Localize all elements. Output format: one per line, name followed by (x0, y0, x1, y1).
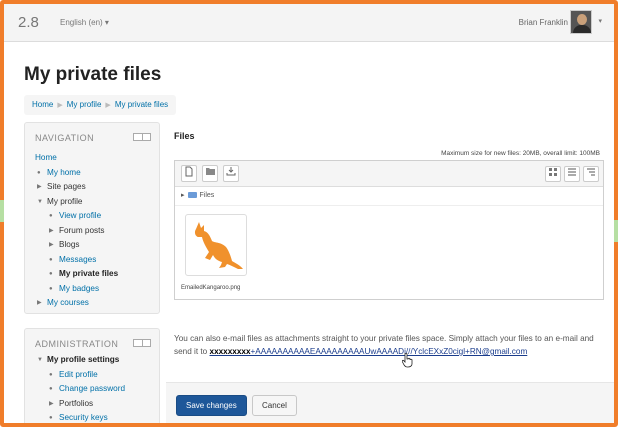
administration-tree: ▼ My profile settings ● Edit profile ● Chan… (35, 353, 125, 423)
collapse-arrow-icon: ▼ (37, 357, 43, 363)
add-file-icon[interactable] (181, 165, 197, 182)
top-navbar: 2.8 English (en) ▾ Brian Franklin ▾ (4, 4, 614, 42)
video-edge-decoration (0, 200, 4, 222)
bullet-icon: ● (49, 285, 53, 292)
create-folder-icon[interactable] (202, 165, 218, 182)
avatar[interactable] (570, 10, 592, 34)
expand-arrow-icon: ▶ (37, 300, 42, 306)
admin-item-portfolios[interactable]: ▶ Portfolios (35, 397, 125, 412)
nav-item-my-badges[interactable]: ● My badges (35, 282, 118, 297)
breadcrumb-home[interactable]: Home (32, 100, 53, 109)
bullet-icon: ● (37, 169, 41, 176)
expand-arrow-icon: ▶ (37, 184, 42, 190)
path-arrow-icon: ▸ (181, 192, 185, 199)
nav-item-view-profile[interactable]: ● View profile (35, 209, 118, 224)
nav-item-my-home[interactable]: ● My home (35, 166, 118, 181)
nav-item-messages[interactable]: ● Messages (35, 253, 118, 268)
download-icon[interactable] (223, 165, 239, 182)
breadcrumb-separator-icon: ▶ (105, 102, 111, 109)
bullet-icon: ● (49, 386, 53, 392)
email-address-link[interactable]: xxxxxxxxx+AAAAAAAAAAEAAAAAAAAAUwAAAADi//… (210, 347, 528, 356)
block-dock-icon[interactable] (133, 339, 151, 347)
list-view-icon[interactable] (564, 166, 580, 182)
nav-item-site-pages[interactable]: ▶ Site pages (35, 180, 118, 195)
navigation-block-title: NAVIGATION (35, 133, 95, 143)
expand-arrow-icon: ▶ (49, 227, 54, 234)
cancel-button[interactable]: Cancel (252, 395, 297, 416)
expand-arrow-icon: ▶ (49, 242, 54, 248)
icon-view-icon[interactable] (545, 166, 561, 182)
breadcrumb-private-files[interactable]: My private files (115, 100, 168, 109)
file-thumbnail[interactable] (185, 214, 247, 276)
file-manager-toolbar (175, 161, 603, 187)
admin-item-security-keys[interactable]: ● Security keys (35, 411, 125, 423)
navigation-tree: Home ● My home ▶ Site pages ▼ My profile ● V… (35, 151, 118, 311)
email-address-hidden: xxxxxxxxx (209, 347, 251, 356)
max-size-note: Maximum size for new files: 20MB, overal… (441, 150, 600, 157)
admin-item-change-password[interactable]: ● Change password (35, 382, 125, 397)
administration-block-title: ADMINISTRATION (35, 339, 119, 349)
nav-item-my-profile[interactable]: ▼ My profile (35, 195, 118, 210)
site-brand[interactable]: 2.8 (18, 14, 39, 31)
navigation-block: NAVIGATION Home ● My home ▶ Site pages ▼ My… (24, 122, 160, 314)
nav-item-home[interactable]: Home (35, 151, 118, 166)
bullet-icon: ● (49, 213, 53, 219)
language-menu[interactable]: English (en) ▾ (60, 18, 109, 27)
email-instructions: You can also e-mail files as attachments… (174, 332, 606, 358)
hand-cursor-icon (402, 353, 413, 368)
email-address-text: +AAAAAAAAAAEAAAAAAAAAUwAAAADi///YclcEXxZ… (250, 347, 528, 356)
nav-item-forum-posts[interactable]: ▶ Forum posts (35, 224, 118, 239)
files-field-label: Files (174, 131, 195, 141)
administration-block: ADMINISTRATION ▼ My profile settings ● Edi… (24, 328, 160, 423)
folder-icon (187, 192, 197, 199)
block-dock-icon[interactable] (133, 133, 151, 141)
admin-item-profile-settings[interactable]: ▼ My profile settings (35, 353, 125, 368)
bullet-icon: ● (49, 415, 53, 421)
breadcrumb-my-profile[interactable]: My profile (67, 100, 102, 109)
user-name[interactable]: Brian Franklin (519, 18, 568, 27)
breadcrumb-separator-icon: ▶ (57, 102, 63, 109)
bullet-icon: ● (49, 271, 53, 277)
file-manager: ▸ Files EmailedKangaroo.png (174, 160, 604, 300)
save-changes-button[interactable]: Save changes (176, 395, 247, 416)
page-title: My private files (24, 64, 162, 85)
nav-item-blogs[interactable]: ▶ Blogs (35, 238, 118, 253)
user-menu-caret-icon[interactable]: ▾ (598, 17, 602, 25)
bullet-icon: ● (49, 256, 53, 263)
avatar-head (577, 14, 587, 25)
admin-item-edit-profile[interactable]: ● Edit profile (35, 368, 125, 383)
breadcrumb: Home ▶ My profile ▶ My private files (24, 95, 177, 115)
video-edge-decoration (614, 220, 618, 242)
avatar-body (573, 25, 591, 33)
file-path: ▸ Files (181, 191, 214, 199)
nav-item-private-files[interactable]: ● My private files (35, 267, 118, 282)
kangaroo-image-icon (194, 222, 243, 269)
nav-item-my-courses[interactable]: ▶ My courses (35, 296, 118, 311)
tree-view-icon[interactable] (583, 166, 599, 182)
expand-arrow-icon: ▶ (49, 400, 54, 407)
path-folder-name[interactable]: Files (200, 192, 215, 199)
collapse-arrow-icon: ▼ (37, 198, 43, 205)
file-name[interactable]: EmailedKangaroo.png (181, 285, 240, 291)
form-button-bar: Save changes Cancel (166, 382, 614, 423)
screen-frame: 2.8 English (en) ▾ Brian Franklin ▾ My p… (0, 0, 618, 427)
bullet-icon: ● (49, 371, 53, 378)
